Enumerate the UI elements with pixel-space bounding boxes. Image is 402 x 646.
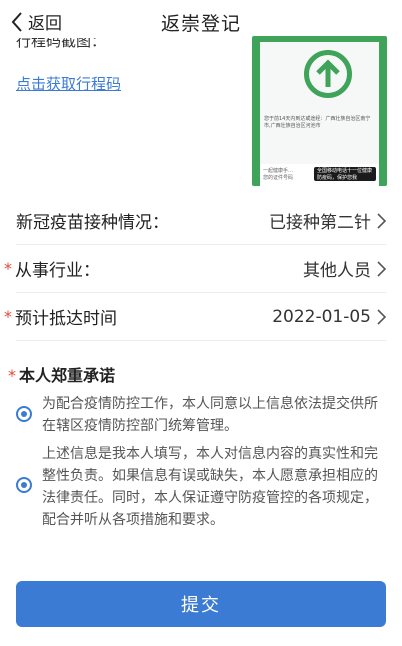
trip-code-label-text: 行程码截图： <box>16 38 107 50</box>
promise-title-text: 本人郑重承诺 <box>19 366 116 385</box>
arrow-up-icon <box>304 50 352 98</box>
chevron-right-icon <box>377 260 386 277</box>
page-title: 返崇登记 <box>160 13 241 35</box>
row-arrival-time-label-text: 预计抵达时间 <box>15 309 117 329</box>
row-industry-label-text: 从事行业： <box>15 261 100 281</box>
row-industry-value: 其他人员 <box>303 256 386 281</box>
required-marker: * <box>4 259 12 278</box>
row-vaccination-value-text: 已接种第二针 <box>269 213 371 233</box>
row-arrival-time-value-text: 2022-01-05 <box>272 306 371 327</box>
promise-checkbox-2[interactable] <box>16 477 32 493</box>
get-trip-code-link[interactable]: 点击获取行程码 <box>16 73 121 94</box>
row-industry-label: * 从事行业： <box>4 256 100 281</box>
row-vaccination-label: 新冠疫苗接种情况： <box>16 208 169 233</box>
trip-code-card-text: 您于前14天内到达或途经：广西壮族自治区南宁市,广西壮族自治区河池市 <box>264 116 371 129</box>
required-marker: * <box>4 307 12 326</box>
promise-title: * 本人郑重承诺 <box>8 362 115 386</box>
promise-text-1: 为配合疫情防控工作，本人同意以上信息依法提交供所在辖区疫情防控部门统筹管理。 <box>42 396 378 434</box>
row-arrival-time-value: 2022-01-05 <box>272 307 386 327</box>
chevron-right-icon <box>377 212 386 229</box>
row-vaccination-label-text: 新冠疫苗接种情况： <box>16 213 169 233</box>
row-arrival-time-label: * 预计抵达时间 <box>4 304 117 329</box>
promise-text-2: 上述信息是我本人填写，本人对信息内容的真实性和完整性负责。如果信息有误或缺失，本… <box>42 446 378 528</box>
row-vaccination-value: 已接种第二针 <box>269 208 386 233</box>
chevron-right-icon <box>377 308 386 325</box>
row-industry[interactable]: * 从事行业： 其他人员 <box>4 245 386 293</box>
trip-code-card-body: 您于前14天内到达或途经：广西壮族自治区南宁市,广西壮族自治区河池市 <box>260 42 379 166</box>
trip-code-label: 行程码截图： <box>16 38 106 54</box>
trip-code-screenshot[interactable]: 您于前14天内到达或途经：广西壮族自治区南宁市,广西壮族自治区河池市 一起健康手… <box>252 36 387 186</box>
row-arrival-time[interactable]: * 预计抵达时间 2022-01-05 <box>4 293 386 341</box>
row-vaccination[interactable]: 新冠疫苗接种情况： 已接种第二针 <box>16 197 386 245</box>
required-marker: * <box>8 366 16 385</box>
row-industry-value-text: 其他人员 <box>303 261 371 281</box>
promise-checkbox-1[interactable] <box>16 406 32 422</box>
trip-code-card-tag-left: 一起健康手… 您的证件号码 <box>263 168 294 181</box>
trip-code-card-tag-right: 全国移动电话十一位健康 防疫码，保护您我 <box>314 167 376 181</box>
submit-button[interactable]: 提交 <box>16 581 386 627</box>
trip-code-card-footer: 一起健康手… 您的证件号码 全国移动电话十一位健康 防疫码，保护您我 <box>260 164 379 186</box>
